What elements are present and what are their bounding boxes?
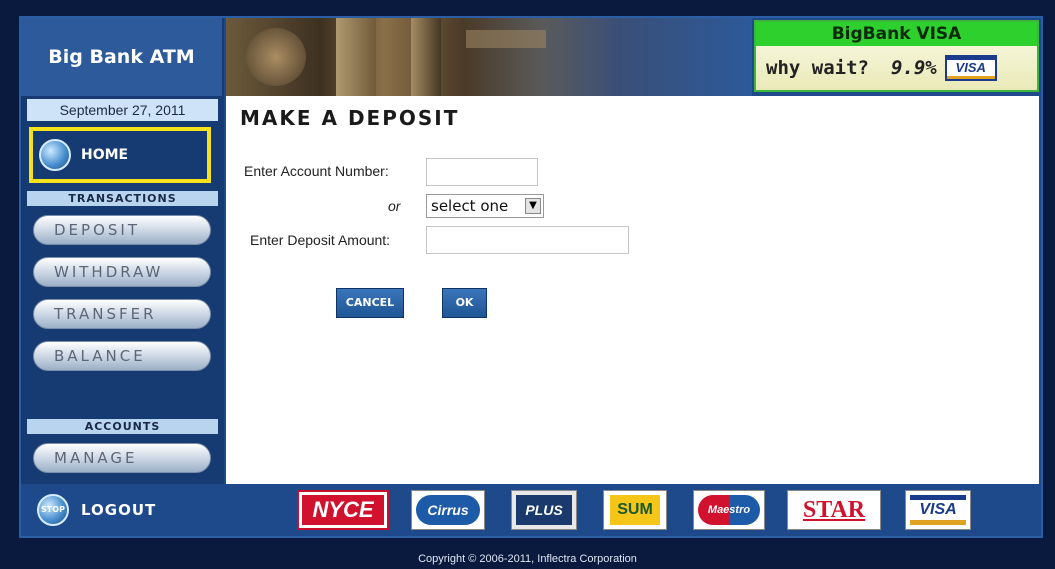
plus-logo: PLUS [511, 490, 577, 530]
copyright-text: Copyright © 2006-2011, Inflectra Corpora… [418, 553, 637, 565]
ad-title: BigBank VISA [756, 22, 1037, 46]
visa-logo: VISA [905, 490, 971, 530]
deposit-amount-label: Enter Deposit Amount: [250, 232, 391, 248]
home-button[interactable]: HOME [29, 127, 211, 183]
deposit-panel: MAKE A DEPOSIT Enter Account Number: or … [226, 96, 1039, 484]
atm-app: Big Bank ATM BigBank VISA why wait? 9.9%… [19, 16, 1043, 538]
withdraw-button[interactable]: WITHDRAW [33, 257, 211, 287]
transactions-heading: TRANSACTIONS [27, 191, 218, 206]
logout-label: LOGOUT [81, 501, 157, 519]
nyce-logo: NYCE [297, 490, 389, 530]
home-label: HOME [81, 147, 129, 163]
account-number-input[interactable] [426, 158, 538, 186]
manage-button[interactable]: MANAGE [33, 443, 211, 473]
cancel-button[interactable]: CANCEL [336, 288, 404, 318]
cirrus-logo: Cirrus [411, 490, 485, 530]
visa-card-icon: VISA [944, 55, 997, 81]
account-select-value: select one [431, 197, 509, 215]
header-banner-image [226, 18, 752, 96]
visa-advertisement[interactable]: BigBank VISA why wait? 9.9% VISA [754, 20, 1039, 92]
ok-button[interactable]: OK [442, 288, 487, 318]
bottom-bar: STOP LOGOUT NYCE Cirrus PLUS SUM Maestro… [21, 484, 1041, 536]
ad-tagline: why wait? [766, 57, 869, 79]
deposit-amount-input[interactable] [426, 226, 629, 254]
page-title: MAKE A DEPOSIT [240, 106, 460, 130]
sidebar: September 27, 2011 HOME TRANSACTIONS DEP… [21, 96, 224, 484]
ad-rate: 9.9% [890, 57, 937, 79]
star-logo: STAR [787, 490, 881, 530]
current-date: September 27, 2011 [27, 99, 218, 121]
ad-body: why wait? 9.9% VISA [756, 46, 1037, 90]
deposit-button[interactable]: DEPOSIT [33, 215, 211, 245]
account-select[interactable]: select one ▼ [426, 194, 544, 218]
chevron-down-icon[interactable]: ▼ [525, 198, 541, 214]
account-number-label: Enter Account Number: [244, 163, 389, 179]
maestro-logo: Maestro [693, 490, 765, 530]
brand-panel: Big Bank ATM [21, 18, 224, 96]
balance-button[interactable]: BALANCE [33, 341, 211, 371]
logout-button[interactable]: STOP LOGOUT [37, 494, 156, 526]
sum-logo: SUM [603, 490, 667, 530]
transfer-button[interactable]: TRANSFER [33, 299, 211, 329]
or-label: or [388, 198, 401, 214]
stop-icon: STOP [37, 494, 69, 526]
atm-frame: Big Bank ATM BigBank VISA why wait? 9.9%… [0, 0, 1055, 569]
app-title: Big Bank ATM [48, 46, 195, 68]
accounts-heading: ACCOUNTS [27, 419, 218, 434]
home-globe-icon [39, 139, 71, 171]
